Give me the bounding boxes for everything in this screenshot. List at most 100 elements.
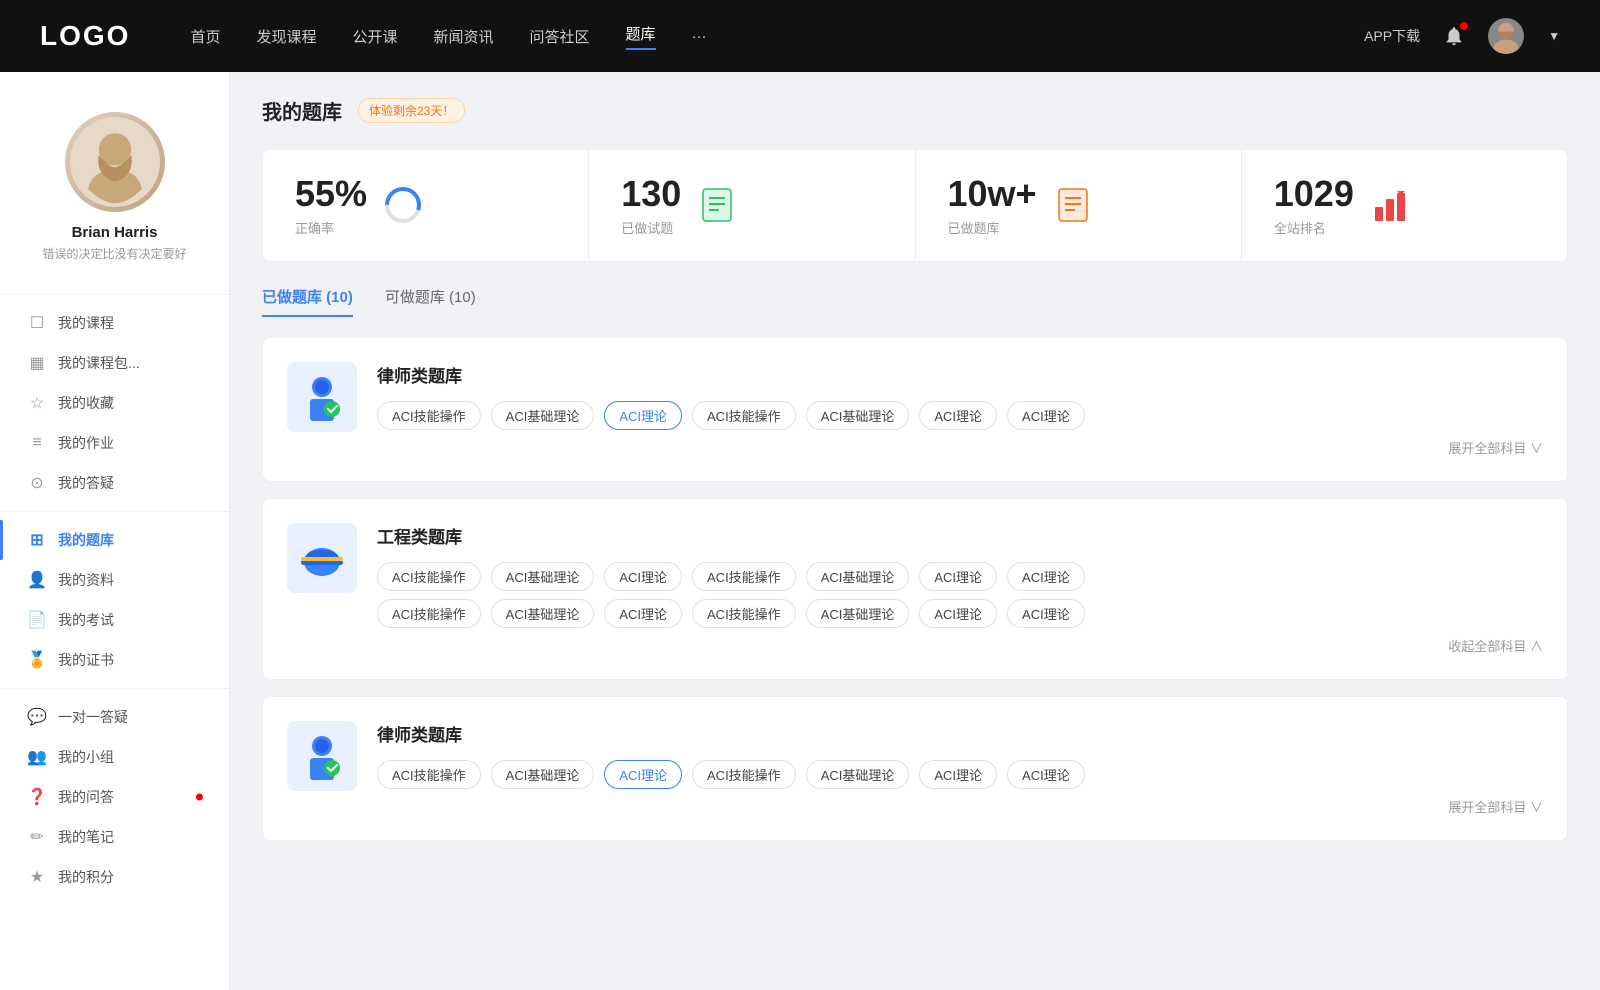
sidebar-item-courses[interactable]: ☐ 我的课程 <box>0 303 229 343</box>
tag[interactable]: ACI基础理论 <box>806 401 910 430</box>
sidebar-item-myqa[interactable]: ❓ 我的问答 <box>0 777 229 817</box>
done-banks-icon <box>1053 185 1093 225</box>
bell-dot <box>1460 22 1468 30</box>
sidebar-divider-mid <box>0 511 229 512</box>
expand-link-lawyer-1[interactable]: 展开全部科目 ∨ <box>377 438 1543 457</box>
tab-bar: 已做题库 (10) 可做题库 (10) <box>262 286 1568 317</box>
nav-item-qbank[interactable]: 题库 <box>626 23 656 50</box>
sidebar-item-groups[interactable]: 👥 我的小组 <box>0 737 229 777</box>
tag[interactable]: ACI理论 <box>1007 401 1085 430</box>
stat-rank: 1029 全站排名 <box>1242 150 1567 261</box>
sidebar-item-label: 我的课程包... <box>58 353 140 373</box>
expand-link-lawyer-2[interactable]: 展开全部科目 ∨ <box>377 797 1543 816</box>
tag[interactable]: ACI技能操作 <box>377 562 481 591</box>
nav-item-news[interactable]: 新闻资讯 <box>434 26 494 47</box>
sidebar-item-certs[interactable]: 🏅 我的证书 <box>0 640 229 680</box>
notification-bell[interactable] <box>1440 22 1468 50</box>
tags-row-engineer-1: ACI技能操作 ACI基础理论 ACI理论 ACI技能操作 ACI基础理论 AC… <box>377 562 1543 591</box>
app-download-link[interactable]: APP下载 <box>1364 26 1420 46</box>
tag[interactable]: ACI理论 <box>604 599 682 628</box>
tag[interactable]: ACI理论 <box>1007 760 1085 789</box>
tags-row-lawyer-2: ACI技能操作 ACI基础理论 ACI理论 ACI技能操作 ACI基础理论 AC… <box>377 760 1543 789</box>
tag[interactable]: ACI基础理论 <box>491 562 595 591</box>
chat-icon: 💬 <box>28 708 46 726</box>
navbar-right: APP下载 ▼ <box>1364 18 1560 54</box>
tag[interactable]: ACI基础理论 <box>806 562 910 591</box>
nav-item-qa[interactable]: 问答社区 <box>530 26 590 47</box>
nav-item-more[interactable]: ··· <box>692 28 707 45</box>
tag[interactable]: ACI技能操作 <box>692 760 796 789</box>
sidebar-item-points[interactable]: ★ 我的积分 <box>0 857 229 897</box>
tag[interactable]: ACI理论 <box>1007 599 1085 628</box>
bank-card-lawyer-2: 律师类题库 ACI技能操作 ACI基础理论 ACI理论 ACI技能操作 ACI基… <box>262 696 1568 841</box>
tag[interactable]: ACI理论 <box>1007 562 1085 591</box>
tag[interactable]: ACI基础理论 <box>491 401 595 430</box>
tag-active[interactable]: ACI理论 <box>604 760 682 789</box>
tag[interactable]: ACI基础理论 <box>806 760 910 789</box>
sidebar-item-qanda[interactable]: ⊙ 我的答疑 <box>0 463 229 503</box>
tag[interactable]: ACI理论 <box>919 599 997 628</box>
nav-item-discover[interactable]: 发现课程 <box>256 26 316 47</box>
sidebar-divider-3 <box>0 688 229 689</box>
sidebar-item-favorites[interactable]: ☆ 我的收藏 <box>0 383 229 423</box>
tab-done-banks[interactable]: 已做题库 (10) <box>262 286 353 317</box>
question-dot-icon: ❓ <box>28 788 46 806</box>
user-avatar[interactable] <box>1488 18 1524 54</box>
people-icon: 👤 <box>28 571 46 589</box>
tag[interactable]: ACI技能操作 <box>692 401 796 430</box>
tag[interactable]: ACI技能操作 <box>377 599 481 628</box>
sidebar-divider-top <box>0 294 229 295</box>
bank-card-engineer: 工程类题库 ACI技能操作 ACI基础理论 ACI理论 ACI技能操作 ACI基… <box>262 498 1568 680</box>
tag[interactable]: ACI技能操作 <box>692 599 796 628</box>
tab-available-banks[interactable]: 可做题库 (10) <box>385 286 476 317</box>
nav-item-home[interactable]: 首页 <box>190 26 220 47</box>
sidebar-item-1on1[interactable]: 💬 一对一答疑 <box>0 697 229 737</box>
tag[interactable]: ACI理论 <box>919 401 997 430</box>
sidebar-item-label: 我的收藏 <box>58 393 114 413</box>
sidebar-item-label: 我的笔记 <box>58 827 114 847</box>
collapse-link-engineer[interactable]: 收起全部科目 ∧ <box>377 636 1543 655</box>
accuracy-label: 正确率 <box>295 218 367 237</box>
bank-card-lawyer-1: 律师类题库 ACI技能操作 ACI基础理论 ACI理论 ACI技能操作 ACI基… <box>262 337 1568 482</box>
document-icon: ≡ <box>28 434 46 452</box>
grid-icon: ⊞ <box>28 531 46 549</box>
profile-avatar[interactable] <box>65 112 165 212</box>
sidebar-item-qbank[interactable]: ⊞ 我的题库 <box>0 520 229 560</box>
navbar: LOGO 首页 发现课程 公开课 新闻资讯 问答社区 题库 ··· APP下载 … <box>0 0 1600 72</box>
tag[interactable]: ACI基础理论 <box>806 599 910 628</box>
tag[interactable]: ACI技能操作 <box>377 401 481 430</box>
sidebar-item-label: 我的问答 <box>58 787 114 807</box>
tag[interactable]: ACI技能操作 <box>692 562 796 591</box>
profile-section: Brian Harris 错误的决定比没有决定要好 <box>0 92 229 286</box>
nav-item-open[interactable]: 公开课 <box>352 26 397 47</box>
stat-accuracy: 55% 正确率 <box>263 150 589 261</box>
user-menu-chevron[interactable]: ▼ <box>1548 29 1560 43</box>
tag[interactable]: ACI理论 <box>919 760 997 789</box>
sidebar-item-label: 一对一答疑 <box>58 707 128 727</box>
tag-active[interactable]: ACI理论 <box>604 401 682 430</box>
sidebar-item-label: 我的答疑 <box>58 473 114 493</box>
sidebar-item-notes[interactable]: ✏ 我的笔记 <box>0 817 229 857</box>
sidebar-item-homework[interactable]: ≡ 我的作业 <box>0 423 229 463</box>
rank-icon <box>1370 185 1410 225</box>
bar-chart-icon: ▦ <box>28 354 46 372</box>
logo[interactable]: LOGO <box>40 20 130 52</box>
tag[interactable]: ACI理论 <box>919 562 997 591</box>
sidebar-item-exams[interactable]: 📄 我的考试 <box>0 600 229 640</box>
sidebar-item-label: 我的小组 <box>58 747 114 767</box>
group-icon: 👥 <box>28 748 46 766</box>
trial-badge: 体验剩余23天！ <box>358 98 465 123</box>
sidebar-item-packages[interactable]: ▦ 我的课程包... <box>0 343 229 383</box>
bank-title-lawyer-1: 律师类题库 <box>377 362 1543 387</box>
qa-notification-dot <box>196 794 203 801</box>
tag[interactable]: ACI基础理论 <box>491 599 595 628</box>
sidebar-item-label: 我的积分 <box>58 867 114 887</box>
sidebar-item-materials[interactable]: 👤 我的资料 <box>0 560 229 600</box>
rank-label: 全站排名 <box>1274 218 1354 237</box>
tag[interactable]: ACI理论 <box>604 562 682 591</box>
tag[interactable]: ACI技能操作 <box>377 760 481 789</box>
tag[interactable]: ACI基础理论 <box>491 760 595 789</box>
star-icon: ☆ <box>28 394 46 412</box>
profile-name: Brian Harris <box>72 224 158 241</box>
profile-motto: 错误的决定比没有决定要好 <box>26 245 202 262</box>
